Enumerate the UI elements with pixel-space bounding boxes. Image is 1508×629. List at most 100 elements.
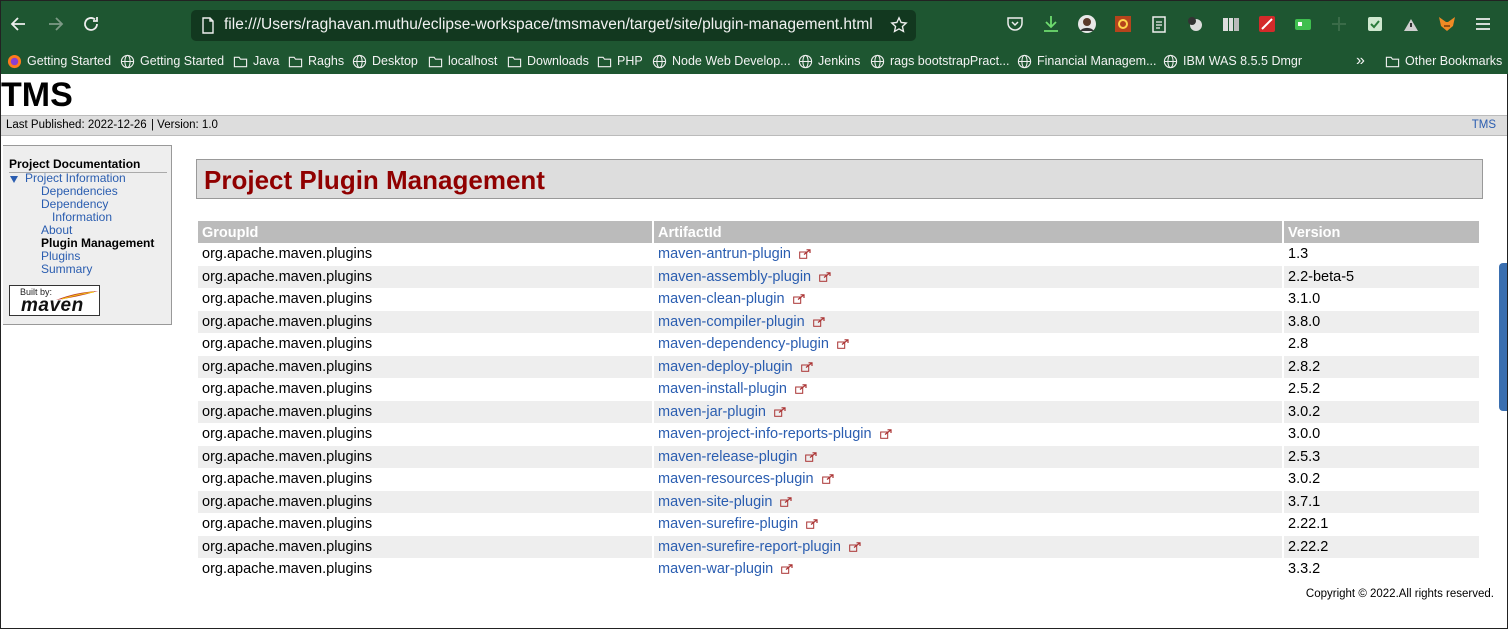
globe-icon [1017,54,1032,68]
external-link-icon[interactable] [821,474,834,485]
bookmark-label: Getting Started [27,54,112,68]
version-cell: 2.22.1 [1284,513,1479,536]
external-link-icon[interactable] [805,452,818,462]
version-cell: 2.2-beta-5 [1284,265,1479,288]
extension-ball-icon[interactable] [1184,13,1206,35]
address-bar[interactable]: file:///Users/raghavan.muthu/eclipse-wor… [191,10,916,41]
artifact-link[interactable]: maven-resources-plugin [658,471,814,487]
back-button[interactable] [7,12,31,36]
bookmark-item[interactable]: Downloads [507,52,589,70]
external-link-icon[interactable] [806,519,818,530]
menu-icon[interactable] [1472,13,1494,35]
profile-avatar-icon[interactable] [1076,13,1098,35]
folder-icon [507,56,522,67]
artifact-link[interactable]: maven-clean-plugin [658,291,785,307]
artifact-link[interactable]: maven-install-plugin [658,381,787,397]
version-cell: 3.7.1 [1284,490,1479,513]
artifact-link[interactable]: maven-project-info-reports-plugin [658,426,872,442]
artifactid-cell: maven-deploy-plugin [654,355,1282,378]
url-text[interactable]: file:///Users/raghavan.muthu/eclipse-wor… [224,16,873,34]
version-cell: 3.0.2 [1284,468,1479,491]
metamask-fox-icon[interactable] [1436,13,1458,35]
bookmark-item[interactable]: Getting Started [7,52,111,70]
bookmark-star-icon[interactable] [890,16,908,34]
built-by-maven-logo[interactable]: Built by: maven [9,285,100,316]
bookmark-item[interactable]: Raghs [288,52,344,70]
groupid-cell: org.apache.maven.plugins [198,558,652,581]
globe-icon [120,54,135,68]
sidebar-toggle-handle[interactable] [1499,263,1507,411]
extension-save-icon[interactable] [1364,13,1386,35]
table-row: org.apache.maven.plugins maven-dependency… [198,333,1479,356]
external-link-icon[interactable] [792,294,805,305]
extension-red-icon[interactable] [1256,13,1278,35]
bookmark-item[interactable]: Desktop [352,52,418,70]
bookmark-item[interactable]: rags bootstrapPract... [870,52,1010,70]
clipboard-icon[interactable] [1148,13,1170,35]
external-link-icon[interactable] [812,317,825,327]
download-icon[interactable] [1040,13,1062,35]
artifact-link[interactable]: maven-site-plugin [658,494,772,510]
bookmark-item[interactable]: Java [233,52,279,70]
external-link-icon[interactable] [819,272,831,282]
external-link-icon[interactable] [800,362,813,372]
artifact-link[interactable]: maven-antrun-plugin [658,246,791,262]
external-link-icon[interactable] [879,429,892,440]
version-cell: 3.3.2 [1284,558,1479,581]
other-bookmarks[interactable]: Other Bookmarks [1385,52,1502,70]
groupid-cell: org.apache.maven.plugins [198,265,652,288]
caret-down-icon[interactable] [10,176,18,183]
forward-arrow-icon [49,17,64,31]
table-row: org.apache.maven.plugins maven-compiler-p… [198,310,1479,333]
bookmark-item[interactable]: IBM WAS 8.5.5 Dmgr [1163,52,1302,70]
bookmark-label: Downloads [527,54,589,68]
artifact-link[interactable]: maven-release-plugin [658,449,797,465]
tms-link[interactable]: TMS [1472,116,1496,135]
bookmark-item[interactable]: Getting Started [120,52,224,70]
artifact-link[interactable]: maven-deploy-plugin [658,359,793,375]
version-cell: 3.0.2 [1284,400,1479,423]
bookmark-item[interactable]: Node Web Develop... [652,52,791,70]
external-link-icon[interactable] [774,407,786,417]
extension-settings-icon[interactable] [1112,13,1134,35]
reload-button[interactable] [79,12,103,36]
external-link-icon[interactable] [837,339,849,350]
artifactid-cell: maven-dependency-plugin [654,333,1282,356]
pocket-icon[interactable] [1004,13,1026,35]
bookmark-label: Java [253,54,280,68]
page-icon [202,17,214,34]
external-link-icon[interactable] [795,384,807,395]
library-icon[interactable] [1220,13,1242,35]
nav-item-summary[interactable]: Summary [41,263,92,276]
bookmark-item[interactable]: PHP [597,52,643,70]
bookmark-label: Getting Started [140,54,225,68]
version-cell: 3.0.0 [1284,423,1479,446]
bookmark-item[interactable]: localhost [428,52,497,70]
artifact-link[interactable]: maven-war-plugin [658,561,773,577]
bookmark-item[interactable]: Jenkins [798,52,860,70]
table-row: org.apache.maven.plugins maven-release-pl… [198,445,1479,468]
external-link-icon[interactable] [849,542,861,552]
external-link-icon[interactable] [799,249,811,260]
section-header: Project Plugin Management [196,159,1483,199]
extension-gray-icon[interactable] [1328,13,1350,35]
extension-tool-icon[interactable] [1400,13,1422,35]
artifact-link[interactable]: maven-assembly-plugin [658,269,811,285]
artifact-link[interactable]: maven-compiler-plugin [658,314,805,330]
bookmarks-overflow-button[interactable]: » [1356,52,1365,70]
forward-button[interactable] [43,12,67,36]
external-link-icon[interactable] [780,497,793,507]
extension-green-icon[interactable] [1292,13,1314,35]
artifact-link[interactable]: maven-dependency-plugin [658,336,829,352]
bookmark-item[interactable]: Financial Managem... [1017,52,1157,70]
table-row: org.apache.maven.plugins maven-jar-plugin… [198,400,1479,423]
toolbar-icons [1004,13,1508,37]
artifact-link[interactable]: maven-surefire-plugin [658,516,798,532]
external-link-icon[interactable] [781,564,793,575]
reload-icon [84,17,98,31]
artifact-link[interactable]: maven-surefire-report-plugin [658,539,841,555]
artifact-link[interactable]: maven-jar-plugin [658,404,766,420]
maven-label: maven [21,295,84,316]
site-title: TMS [1,76,73,114]
table-row: org.apache.maven.plugins maven-deploy-plu… [198,355,1479,378]
